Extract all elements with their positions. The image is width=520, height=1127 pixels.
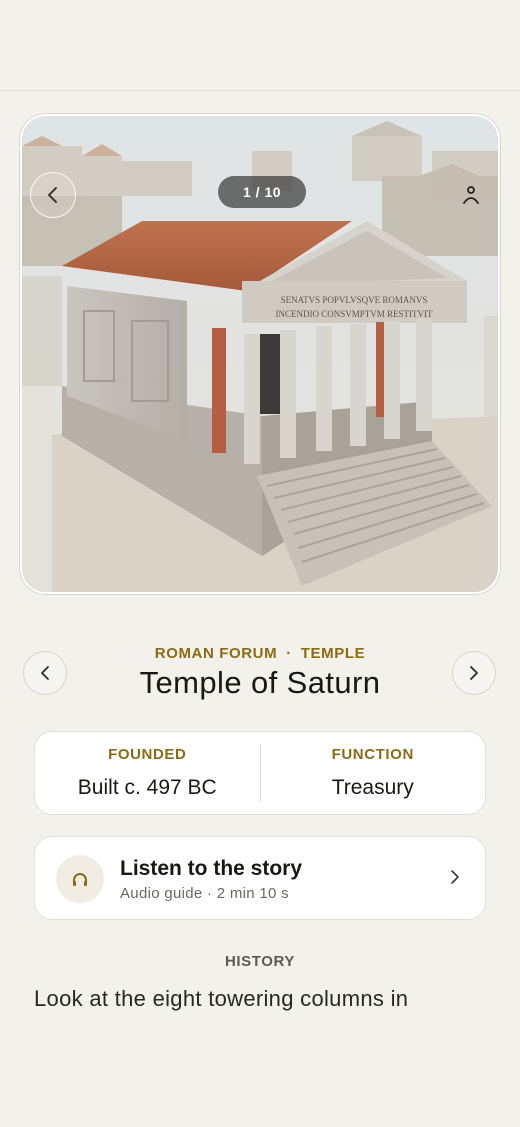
- fact-value: Treasury: [331, 776, 414, 799]
- place-breadcrumb: ROMAN FORUM · TEMPLE: [0, 645, 520, 662]
- page-title: Temple of Saturn: [139, 665, 381, 700]
- fact-founded: FOUNDED Built c. 497 BC: [35, 732, 260, 814]
- history-text: Look at the eight towering columns in: [34, 986, 409, 1011]
- headphones-icon: [56, 855, 104, 903]
- fact-value: Built c. 497 BC: [77, 776, 217, 799]
- audio-subtitle: Audio guide · 2 min 10 s: [120, 885, 289, 902]
- audio-title: Listen to the story: [120, 857, 303, 880]
- fact-function: FUNCTION Treasury: [261, 732, 486, 814]
- photo-back-button[interactable]: [30, 172, 76, 218]
- header-divider: [0, 90, 520, 91]
- fact-label: FOUNDED: [108, 746, 187, 763]
- chevron-left-icon: [48, 187, 57, 203]
- breadcrumb-type: TEMPLE: [300, 645, 366, 662]
- audio-guide-button[interactable]: Listen to the story Audio guide · 2 min …: [34, 836, 486, 920]
- photo-carousel[interactable]: SENATVS POPVLVSQVE ROMANVS INCENDIO CONS…: [20, 114, 500, 594]
- history-heading: HISTORY: [224, 953, 296, 970]
- fact-label: FUNCTION: [331, 746, 414, 763]
- breadcrumb-category: ROMAN FORUM: [154, 645, 278, 662]
- inscription-line-1: SENATVS POPVLVSQVE ROMANVS: [281, 295, 428, 305]
- person-scale-button[interactable]: [458, 182, 484, 208]
- chevron-right-icon: [470, 666, 478, 680]
- inscription-line-2: INCENDIO CONSVMPTVM RESTITVIT: [276, 309, 434, 319]
- breadcrumb-separator: ·: [286, 645, 292, 662]
- facts-card: FOUNDED Built c. 497 BC FUNCTION Treasur…: [34, 731, 486, 815]
- person-icon: [463, 186, 479, 204]
- next-place-button[interactable]: [452, 651, 496, 695]
- chevron-right-icon: [451, 870, 459, 884]
- photo-counter: 1 / 10: [218, 176, 306, 208]
